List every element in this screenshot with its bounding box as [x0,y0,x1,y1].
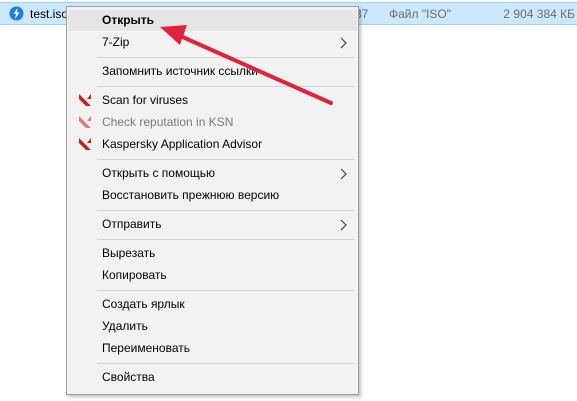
menu-item-properties[interactable]: Свойства [68,367,357,388]
menu-item-label: Kaspersky Application Advisor [102,137,263,151]
menu-item-label: Открыть [102,13,155,27]
menu-item-label: Копировать [102,268,167,282]
menu-separator [97,159,354,160]
disc-image-icon [9,6,24,21]
menu-item-create-shortcut[interactable]: Создать ярлык [68,294,357,315]
menu-item-remember-link[interactable]: Запомнить источник ссылки [68,61,357,82]
menu-item-open[interactable]: Открыть [68,10,357,31]
file-type: Файл "ISO" [389,7,452,21]
kaspersky-icon [79,138,91,150]
menu-item-cut[interactable]: Вырезать [68,243,357,264]
chevron-right-icon [340,219,347,231]
menu-item-copy[interactable]: Копировать [68,265,357,286]
menu-item-label: Вырезать [102,246,156,260]
menu-item-restore-version[interactable]: Восстановить прежнюю версию [68,185,357,206]
menu-separator [97,239,354,240]
context-menu: Открыть 7-Zip Запомнить источник ссылки … [66,6,359,395]
menu-item-scan-viruses[interactable]: Scan for viruses [68,90,357,111]
menu-item-rename[interactable]: Переименовать [68,338,357,359]
kaspersky-icon [79,116,91,128]
menu-item-send-to[interactable]: Отправить [68,214,357,235]
menu-item-label: Удалить [102,319,148,333]
menu-item-label: Scan for viruses [102,93,189,107]
menu-separator [97,86,354,87]
menu-item-delete[interactable]: Удалить [68,316,357,337]
menu-item-label: Переименовать [102,341,190,355]
menu-item-label: Отправить [102,217,162,231]
menu-item-7zip[interactable]: 7-Zip [68,32,357,53]
chevron-right-icon [340,37,347,49]
menu-separator [97,290,354,291]
menu-item-label: Свойства [102,370,155,384]
file-name[interactable]: test.iso [30,7,68,21]
menu-item-label: 7-Zip [102,35,130,49]
menu-item-label: Check reputation in KSN [102,115,234,129]
menu-item-open-with[interactable]: Открыть с помощью [68,163,357,184]
kaspersky-icon [79,94,91,106]
chevron-right-icon [340,168,347,180]
menu-item-label: Запомнить источник ссылки [102,64,258,78]
file-size: 2 904 384 КБ [503,7,575,21]
menu-item-check-reputation[interactable]: Check reputation in KSN [68,112,357,133]
menu-item-label: Создать ярлык [102,297,185,311]
menu-separator [97,57,354,58]
menu-separator [97,210,354,211]
menu-item-label: Открыть с помощью [102,166,216,180]
menu-item-kaspersky-advisor[interactable]: Kaspersky Application Advisor [68,134,357,155]
menu-item-label: Восстановить прежнюю версию [102,188,280,202]
menu-separator [97,363,354,364]
